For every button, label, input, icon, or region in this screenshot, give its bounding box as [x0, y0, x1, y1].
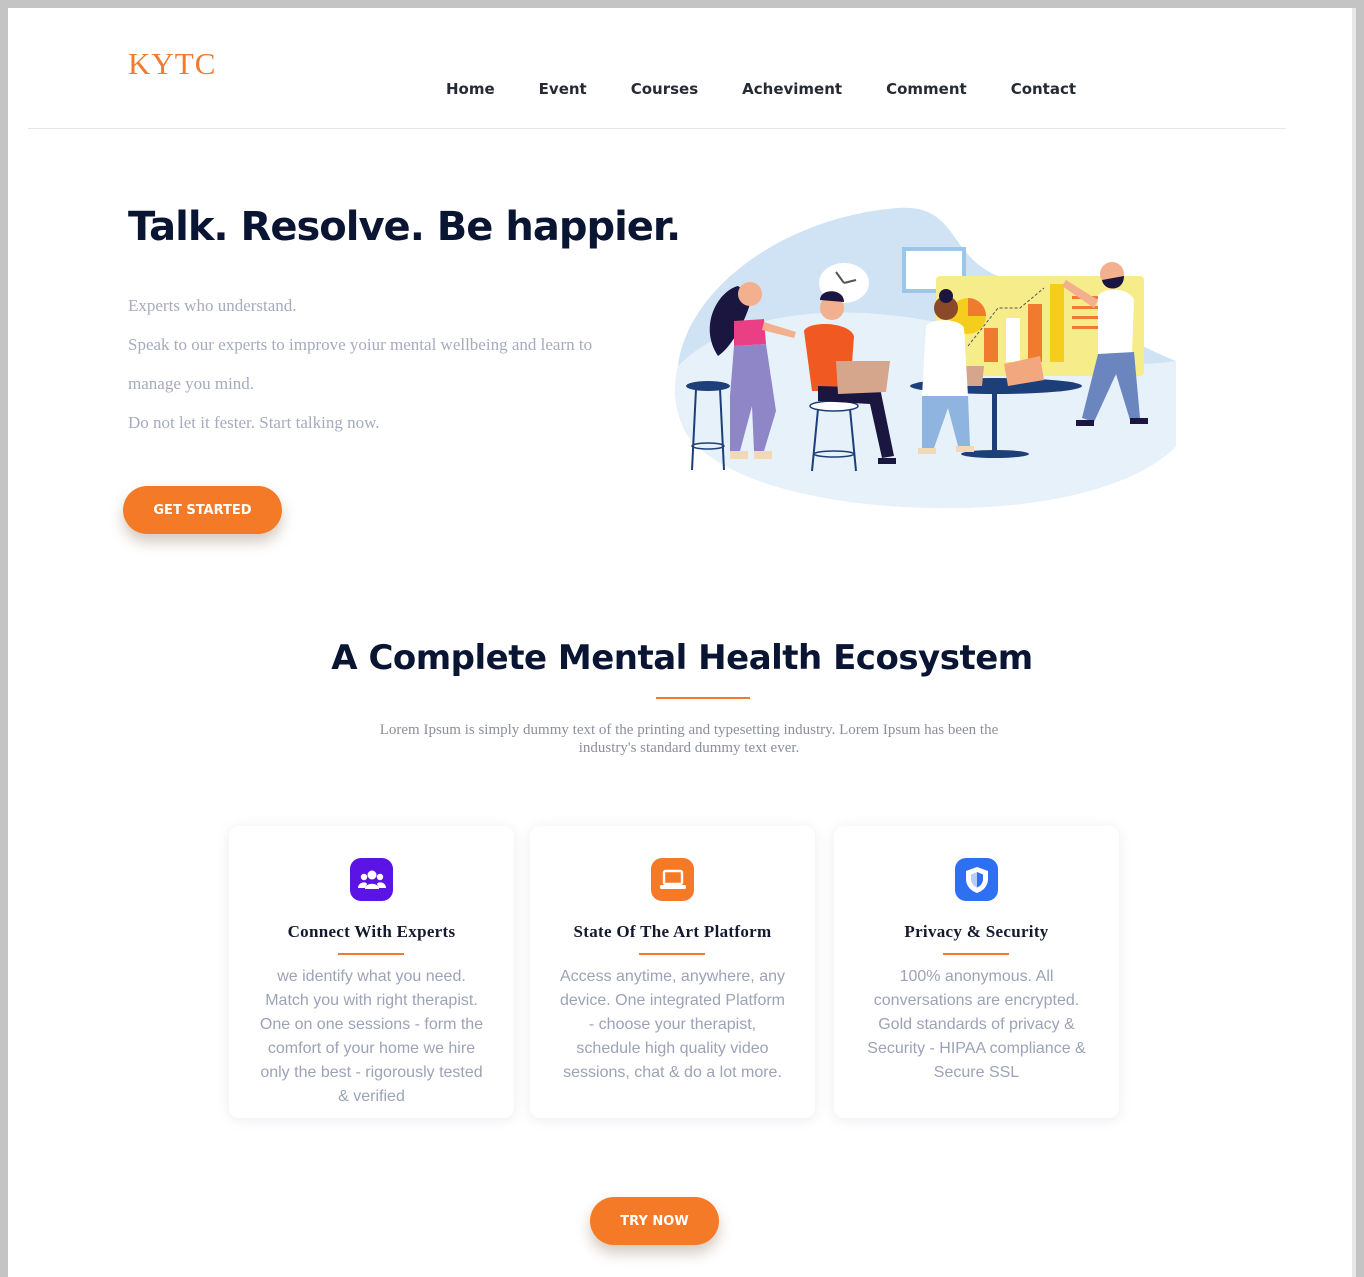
get-started-button[interactable]: GET STARTED — [123, 486, 282, 534]
card-title-underline — [943, 953, 1009, 955]
feature-card-experts: Connect With Experts we identify what yo… — [229, 826, 514, 1118]
scrollbar[interactable] — [1352, 8, 1356, 1277]
card-title: State Of The Art Platform — [573, 922, 772, 941]
hero-title: Talk. Resolve. Be happier. — [128, 204, 681, 250]
laptop-icon — [651, 858, 694, 901]
hero-line-3: Do not let it fester. Start talking now. — [128, 413, 380, 432]
shield-icon — [955, 858, 998, 901]
main-nav: Home Event Courses Acheviment Comment Co… — [446, 80, 1076, 98]
try-now-button[interactable]: TRY NOW — [590, 1197, 719, 1245]
nav-contact[interactable]: Contact — [1011, 80, 1076, 98]
card-text: we identify what you need. Match you wit… — [259, 968, 484, 1105]
card-title: Privacy & Security — [904, 922, 1049, 941]
nav-courses[interactable]: Courses — [631, 80, 698, 98]
hero-line-1: Experts who understand. — [128, 296, 297, 315]
feature-card-privacy: Privacy & Security 100% anonymous. All c… — [834, 826, 1119, 1118]
ecosystem-title-underline — [656, 697, 750, 699]
site-logo[interactable]: KYTC — [128, 46, 216, 82]
nav-home[interactable]: Home — [446, 80, 495, 98]
card-text: Access anytime, anywhere, any device. On… — [559, 968, 785, 1081]
hero-description: Experts who understand. Speak to our exp… — [128, 286, 648, 442]
nav-comment[interactable]: Comment — [886, 80, 967, 98]
nav-acheviment[interactable]: Acheviment — [742, 80, 842, 98]
card-title: Connect With Experts — [287, 922, 456, 941]
ecosystem-subtitle: Lorem Ipsum is simply dummy text of the … — [379, 722, 999, 756]
page: KYTC Home Event Courses Acheviment Comme… — [8, 8, 1356, 1277]
nav-event[interactable]: Event — [539, 80, 587, 98]
header-divider — [28, 128, 1286, 129]
card-title-underline — [338, 953, 404, 955]
ecosystem-title: A Complete Mental Health Ecosystem — [331, 638, 1033, 678]
hero-line-2: Speak to our experts to improve yoiur me… — [128, 335, 593, 393]
card-title-underline — [639, 953, 705, 955]
team-meeting-illustration — [675, 207, 1176, 508]
feature-card-platform: State Of The Art Platform Access anytime… — [530, 826, 815, 1118]
card-text: 100% anonymous. All conversations are en… — [867, 968, 1086, 1081]
users-icon — [350, 858, 393, 901]
